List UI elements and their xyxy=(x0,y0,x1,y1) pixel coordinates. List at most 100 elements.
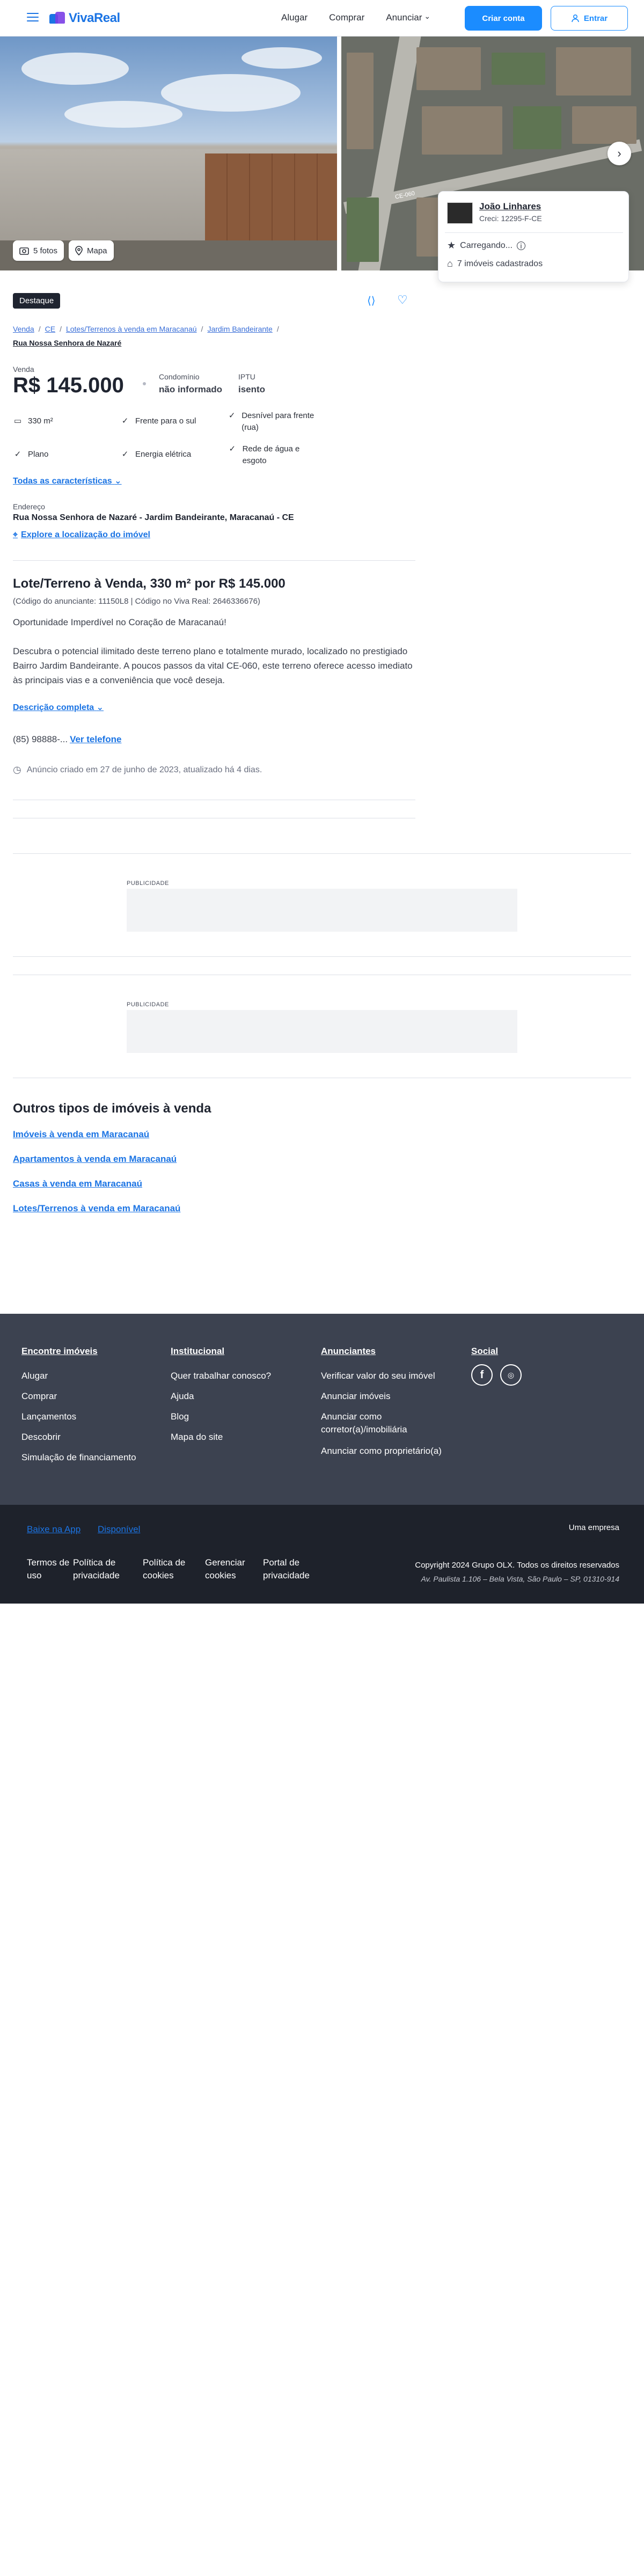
nav-comprar[interactable]: Comprar xyxy=(329,12,364,23)
company-logo[interactable]: Grupo OLX xyxy=(576,1535,619,1544)
agent-name[interactable]: João Linhares xyxy=(479,201,541,212)
footer-col2-title: Institucional xyxy=(171,1346,225,1356)
pin-icon: ⌖ xyxy=(13,530,18,539)
logo-icon xyxy=(49,12,65,25)
map-button[interactable]: Mapa xyxy=(69,240,114,261)
phone: (85) 98888-... Ver telefone xyxy=(13,734,121,745)
check-icon: ✓ xyxy=(228,411,236,420)
other-link-lotes[interactable]: Lotes/Terrenos à venda em Maracanaú xyxy=(13,1203,180,1214)
camera-icon xyxy=(19,247,29,255)
other-link-apartamentos[interactable]: Apartamentos à venda em Maracanaú xyxy=(13,1154,177,1165)
agent-avatar[interactable] xyxy=(447,202,473,224)
description-text: Descubra o potencial ilimitado deste ter… xyxy=(13,646,413,685)
footer-link[interactable]: Anunciar como corretor(a)/imobiliária xyxy=(321,1410,450,1436)
chevron-down-icon: ⌄ xyxy=(114,477,122,486)
condo-label: Condomínio xyxy=(159,372,200,381)
breadcrumb-bairro[interactable]: Jardim Bandeirante xyxy=(207,325,272,333)
star-icon: ★ xyxy=(447,240,456,251)
footer-link[interactable]: Simulação de financiamento xyxy=(21,1451,136,1464)
facebook-icon[interactable]: f xyxy=(471,1364,493,1386)
main-nav: Alugar Comprar Anunciar xyxy=(281,12,430,23)
ad-slot[interactable] xyxy=(127,889,517,932)
footer-bottom-link[interactable]: Política de privacidade xyxy=(73,1556,127,1582)
footer-link[interactable]: Mapa do site xyxy=(171,1431,223,1444)
footer-link[interactable]: Blog xyxy=(171,1410,189,1423)
explore-location-link[interactable]: ⌖ Explore a localização do imóvel xyxy=(13,530,150,540)
all-features-link[interactable]: Todas as características ⌄ xyxy=(13,475,122,486)
agent-listings[interactable]: ⌂ 7 imóveis cadastrados xyxy=(447,258,543,269)
instagram-icon[interactable]: ◎ xyxy=(500,1364,522,1386)
footer-link[interactable]: Comprar xyxy=(21,1390,57,1403)
footer-link[interactable]: Anunciar como proprietário(a) xyxy=(321,1445,442,1458)
footer-col4-title: Social xyxy=(471,1346,499,1356)
clock-icon: ◷ xyxy=(13,764,21,775)
footer-link[interactable]: Verificar valor do seu imóvel xyxy=(321,1370,435,1382)
feature-plano: ✓ Plano xyxy=(13,449,49,460)
check-icon: ✓ xyxy=(121,450,129,459)
google-play-link[interactable]: Disponível xyxy=(98,1524,140,1535)
feature-agua: ✓ Rede de água e esgoto xyxy=(228,443,324,467)
footer-col1-title: Encontre imóveis xyxy=(21,1346,98,1356)
ad-slot[interactable] xyxy=(127,1010,517,1053)
footer-bottom-link[interactable]: Política de cookies xyxy=(143,1556,191,1582)
check-icon: ✓ xyxy=(14,450,21,459)
home-icon: ⌂ xyxy=(447,258,453,269)
address-label: Endereço xyxy=(13,502,45,511)
agent-rating: ★ Carregando... i xyxy=(447,240,525,251)
address-value: Rua Nossa Senhora de Nazaré - Jardim Ban… xyxy=(13,513,294,522)
iptu-value: isento xyxy=(238,384,266,394)
announcement-text: Anúncio criado em 27 de junho de 2023, a… xyxy=(26,765,262,774)
map-label: Mapa xyxy=(87,246,107,255)
footer-link[interactable]: Alugar xyxy=(21,1370,48,1382)
breadcrumb-street: Rua Nossa Senhora de Nazaré xyxy=(13,339,122,347)
phone-number: (85) 98888-... xyxy=(13,734,68,744)
other-link-casas[interactable]: Casas à venda em Maracanaú xyxy=(13,1179,142,1189)
footer-link[interactable]: Ajuda xyxy=(171,1390,194,1403)
footer-link[interactable]: Anunciar imóveis xyxy=(321,1390,390,1403)
menu-icon[interactable] xyxy=(27,13,39,23)
info-icon[interactable]: i xyxy=(516,241,525,250)
listing-title: Lote/Terreno à Venda, 330 m² por R$ 145.… xyxy=(13,576,286,591)
area-icon: ▭ xyxy=(13,416,22,426)
login-button[interactable]: Entrar xyxy=(551,6,628,31)
footer-bottom-link[interactable]: Gerenciar cookies xyxy=(205,1556,253,1582)
share-icon[interactable]: ⟨⟩ xyxy=(367,294,376,308)
other-link-imoveis[interactable]: Imóveis à venda em Maracanaú xyxy=(13,1129,149,1140)
agent-listings-text: 7 imóveis cadastrados xyxy=(457,259,543,268)
agent-creci: Creci: 12295-F-CE xyxy=(479,214,542,223)
footer-bottom: Baixe na App Disponível Termos de uso Po… xyxy=(0,1505,644,1604)
next-photo-arrow-icon[interactable]: › xyxy=(608,142,631,165)
footer-col3-title: Anunciantes xyxy=(321,1346,376,1356)
full-description-link[interactable]: Descrição completa ⌄ xyxy=(13,702,104,713)
nav-alugar[interactable]: Alugar xyxy=(281,12,308,23)
company-address: Av. Paulista 1.106 – Bela Vista, São Pau… xyxy=(421,1575,619,1583)
property-photo[interactable] xyxy=(0,36,337,270)
footer-link[interactable]: Quer trabalhar conosco? xyxy=(171,1370,271,1382)
breadcrumb-lotes[interactable]: Lotes/Terrenos à venda em Maracanaú xyxy=(66,325,197,333)
photos-button[interactable]: 5 fotos xyxy=(13,240,64,261)
pin-icon xyxy=(75,246,83,255)
condo-value: não informado xyxy=(159,384,223,394)
feature-area: ▭ 330 m² xyxy=(13,415,53,427)
check-icon: ✓ xyxy=(121,416,129,426)
nav-anunciar[interactable]: Anunciar xyxy=(386,12,430,23)
footer: Encontre imóveis Alugar Comprar Lançamen… xyxy=(0,1314,644,1505)
footer-bottom-link[interactable]: Portal de privacidade xyxy=(263,1556,322,1582)
see-phone-link[interactable]: Ver telefone xyxy=(70,734,121,744)
feature-frente: ✓ Frente para o sul xyxy=(120,415,196,427)
feature-desnivel: ✓ Desnível para frente (rua) xyxy=(228,410,324,434)
app-store-link[interactable]: Baixe na App xyxy=(27,1524,80,1535)
breadcrumb-ce[interactable]: CE xyxy=(45,325,55,333)
create-account-button[interactable]: Criar conta xyxy=(465,6,542,31)
login-label: Entrar xyxy=(583,13,608,23)
footer-bottom-link[interactable]: Termos de uso xyxy=(27,1556,70,1582)
chevron-down-icon: ⌄ xyxy=(96,703,104,712)
listing-codes: (Código do anunciante: 11150L8 | Código … xyxy=(13,597,260,606)
footer-link[interactable]: Lançamentos xyxy=(21,1410,76,1423)
user-icon xyxy=(572,14,579,23)
footer-link[interactable]: Descobrir xyxy=(21,1431,61,1444)
favorite-icon[interactable]: ♡ xyxy=(397,293,408,307)
logo[interactable]: VivaReal xyxy=(49,11,120,26)
photos-label: 5 fotos xyxy=(33,246,58,255)
breadcrumb-venda[interactable]: Venda xyxy=(13,325,34,333)
